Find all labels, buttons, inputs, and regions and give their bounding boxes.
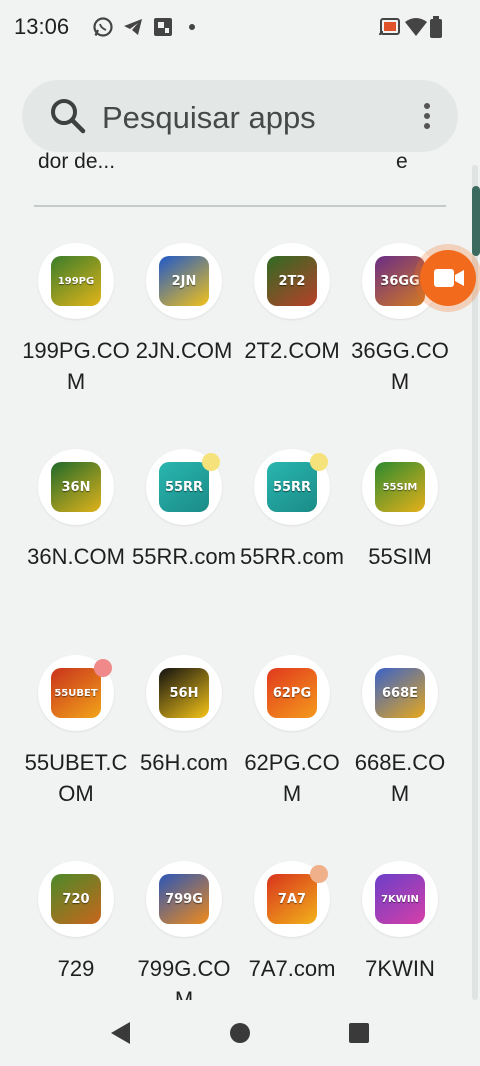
app-label-partial-left[interactable]: dor de... (38, 150, 115, 174)
app-icon-image: 7A7 (267, 874, 317, 924)
telegram-icon (122, 16, 144, 43)
app-icon-image: 36N (51, 462, 101, 512)
scrollbar-thumb[interactable] (472, 186, 480, 256)
app-icon[interactable]: 56H (146, 655, 222, 731)
recents-icon[interactable] (348, 1022, 370, 1049)
app-icon[interactable]: 7KWIN (362, 861, 438, 937)
screen-recorder-bubble[interactable] (420, 250, 476, 306)
app-label: 7KWIN (365, 956, 435, 981)
app-icon-image: 36GG (375, 256, 425, 306)
app-label: 55RR.com (240, 544, 344, 569)
app-icon-image: 55RR (159, 462, 209, 512)
app-icon[interactable]: 668E (362, 655, 438, 731)
app-label: 668E.COM (354, 750, 446, 806)
app-label: 199PG.COM (22, 338, 130, 394)
search-icon (48, 96, 88, 141)
notification-dot (202, 453, 220, 471)
app-label: 55RR.com (132, 544, 236, 569)
app-icon[interactable]: 36N (38, 449, 114, 525)
battery-icon (430, 16, 442, 43)
app-icon[interactable]: 799G (146, 861, 222, 937)
app-icon-image: 720 (51, 874, 101, 924)
more-options-icon[interactable] (422, 102, 432, 135)
home-icon[interactable] (228, 1021, 252, 1050)
app-icon-image: 2T2 (267, 256, 317, 306)
app-icon-image: 7KWIN (375, 874, 425, 924)
status-time: 13:06 (14, 14, 70, 39)
app-icon[interactable]: 2T2 (254, 243, 330, 319)
notification-dot (310, 865, 328, 883)
app-icon-image: 56H (159, 668, 209, 718)
app-icon[interactable]: 720 (38, 861, 114, 937)
app-label: 2T2.COM (244, 338, 340, 363)
cast-icon (378, 16, 402, 43)
app-label: 36GG.COM (351, 338, 449, 394)
notification-dot (94, 659, 112, 677)
app-icon-image: 668E (375, 668, 425, 718)
app-label: 56H.com (139, 750, 229, 775)
video-camera-icon (433, 267, 465, 294)
app-icon-image: 62PG (267, 668, 317, 718)
app-label-partial-right[interactable]: e (396, 150, 408, 174)
app-icon-image: 55UBET (51, 668, 101, 718)
app-label: 2JN.COM (135, 338, 233, 363)
app-label: 36N.COM (27, 544, 125, 569)
app-icon-image: 799G (159, 874, 209, 924)
app-label: 62PG.COM (244, 750, 340, 806)
whatsapp-icon (92, 16, 114, 43)
app-label: 55UBET.COM (24, 750, 128, 806)
section-divider (34, 205, 446, 207)
search-bar[interactable]: Pesquisar apps (22, 80, 458, 152)
back-icon[interactable] (108, 1020, 132, 1051)
app-icon-image: 55SIM (375, 462, 425, 512)
app-label: 55SIM (368, 544, 432, 569)
app-icon[interactable]: 55SIM (362, 449, 438, 525)
app-icon[interactable]: 62PG (254, 655, 330, 731)
app-icon-image: 2JN (159, 256, 209, 306)
app-label: 729 (57, 956, 95, 981)
app-icon-image: 55RR (267, 462, 317, 512)
notification-dot (310, 453, 328, 471)
wifi-icon (404, 16, 428, 43)
app-icon[interactable]: 2JN (146, 243, 222, 319)
app-icon-image: 199PG (51, 256, 101, 306)
app-badge-icon (152, 16, 174, 43)
search-placeholder: Pesquisar apps (102, 100, 316, 135)
app-icon[interactable]: 199PG (38, 243, 114, 319)
app-label: 7A7.com (248, 956, 336, 981)
dot-icon (186, 20, 198, 38)
status-bar: 13:06 (0, 0, 480, 56)
navigation-bar (0, 1000, 480, 1066)
